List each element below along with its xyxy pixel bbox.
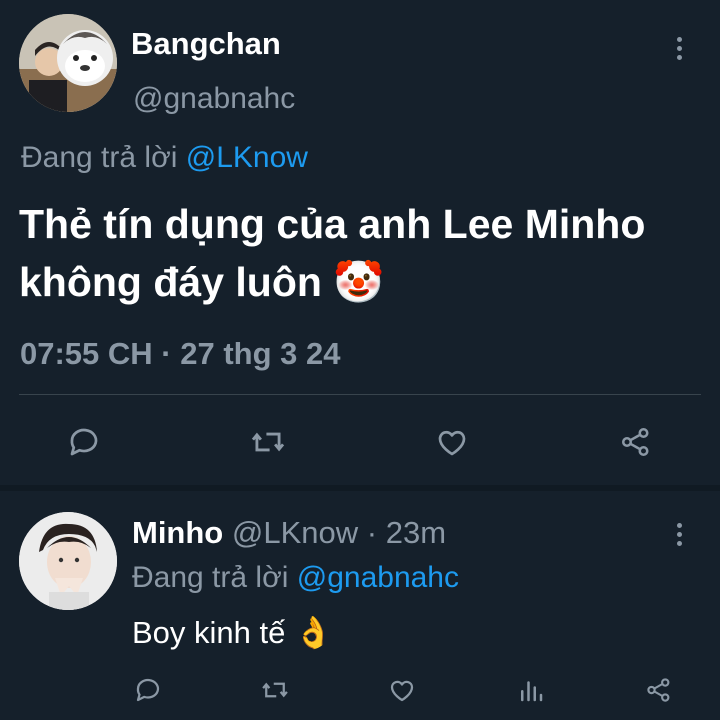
display-name[interactable]: Minho [132, 515, 223, 550]
timestamp[interactable]: 07:55 CH · 27 thg 3 24 [20, 336, 340, 372]
share-button[interactable] [643, 674, 675, 706]
comment-icon [70, 428, 98, 456]
ok-hand-emoji: 👌 [294, 615, 333, 650]
reply-button[interactable] [64, 422, 104, 462]
reply-context: Đang trả lời @gnabnahc [132, 561, 459, 595]
reply-to-link[interactable]: @LKnow [186, 141, 308, 174]
retweet-button[interactable] [259, 674, 291, 706]
comment-icon [136, 678, 160, 702]
retweet-button[interactable] [248, 422, 288, 462]
reply-button[interactable] [132, 674, 164, 706]
share-button[interactable] [616, 422, 656, 462]
time-ago[interactable]: 23m [386, 515, 446, 550]
avatar-minho-image [19, 512, 117, 610]
share-icon [647, 678, 670, 702]
like-icon [390, 680, 414, 702]
avatar-bangchan-image [19, 14, 117, 112]
reply-context: Đang trả lời @LKnow [21, 141, 308, 175]
kebab-menu-icon[interactable] [676, 523, 682, 546]
avatar-minho[interactable] [19, 512, 117, 610]
reply-text-content: Boy kinh tế [132, 615, 286, 650]
analytics-icon [521, 681, 543, 702]
handle[interactable]: @gnabnahc [133, 82, 295, 116]
handle[interactable]: @LKnow [232, 515, 358, 550]
section-divider [0, 485, 720, 491]
retweet-icon [251, 432, 285, 452]
reply-prefix: Đang trả lời [21, 141, 178, 174]
divider [19, 394, 701, 395]
clown-emoji: 🤡 [333, 259, 385, 305]
like-icon [438, 430, 466, 456]
tweet-text: Thẻ tín dụng của anh Lee Minho không đáy… [19, 195, 709, 311]
like-button[interactable] [386, 674, 418, 706]
reply-header: Minho @LKnow · 23m [132, 515, 446, 551]
share-icon [621, 427, 649, 457]
avatar-bangchan[interactable] [19, 14, 117, 112]
reply-to-link[interactable]: @gnabnahc [297, 561, 459, 594]
retweet-icon [262, 682, 288, 698]
reply-text: Boy kinh tế 👌 [132, 614, 333, 651]
reply-prefix: Đang trả lời [132, 561, 289, 594]
display-name[interactable]: Bangchan [131, 26, 281, 62]
separator: · [366, 515, 378, 550]
kebab-menu-icon[interactable] [676, 37, 682, 60]
analytics-button[interactable] [515, 674, 547, 706]
like-button[interactable] [432, 422, 472, 462]
